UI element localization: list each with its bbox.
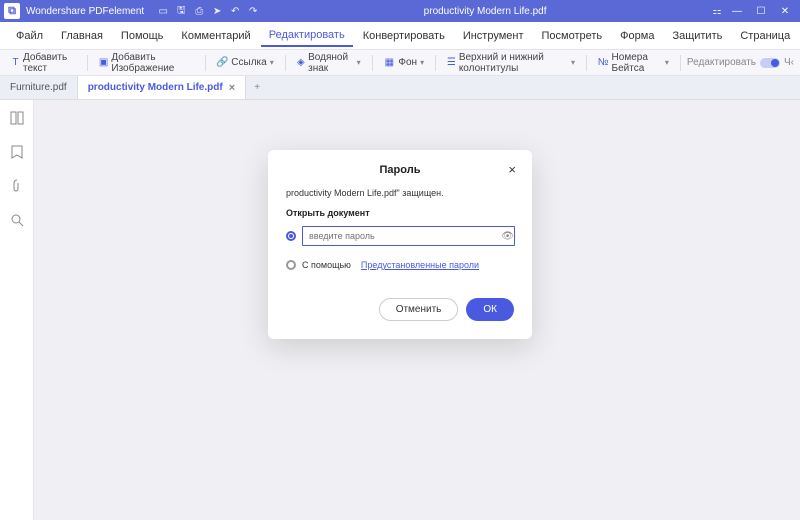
dialog-message: productivity Modern Life.pdf" защищен. (286, 188, 514, 198)
modal-overlay: Пароль × productivity Modern Life.pdf" з… (0, 0, 800, 520)
presets-link[interactable]: Предустановленные пароли (361, 260, 479, 270)
close-dialog-button[interactable]: × (508, 162, 516, 177)
open-section-label: Открыть документ (286, 208, 514, 218)
ok-button[interactable]: ОК (466, 298, 514, 321)
password-input[interactable] (302, 226, 515, 246)
show-password-icon[interactable]: 👁 (501, 231, 514, 242)
dialog-title: Пароль (380, 164, 421, 176)
preset-radio[interactable] (286, 260, 296, 270)
password-radio[interactable] (286, 231, 296, 241)
cancel-button[interactable]: Отменить (379, 298, 459, 321)
password-dialog: Пароль × productivity Modern Life.pdf" з… (268, 150, 532, 339)
help-label: С помощью (302, 260, 351, 270)
